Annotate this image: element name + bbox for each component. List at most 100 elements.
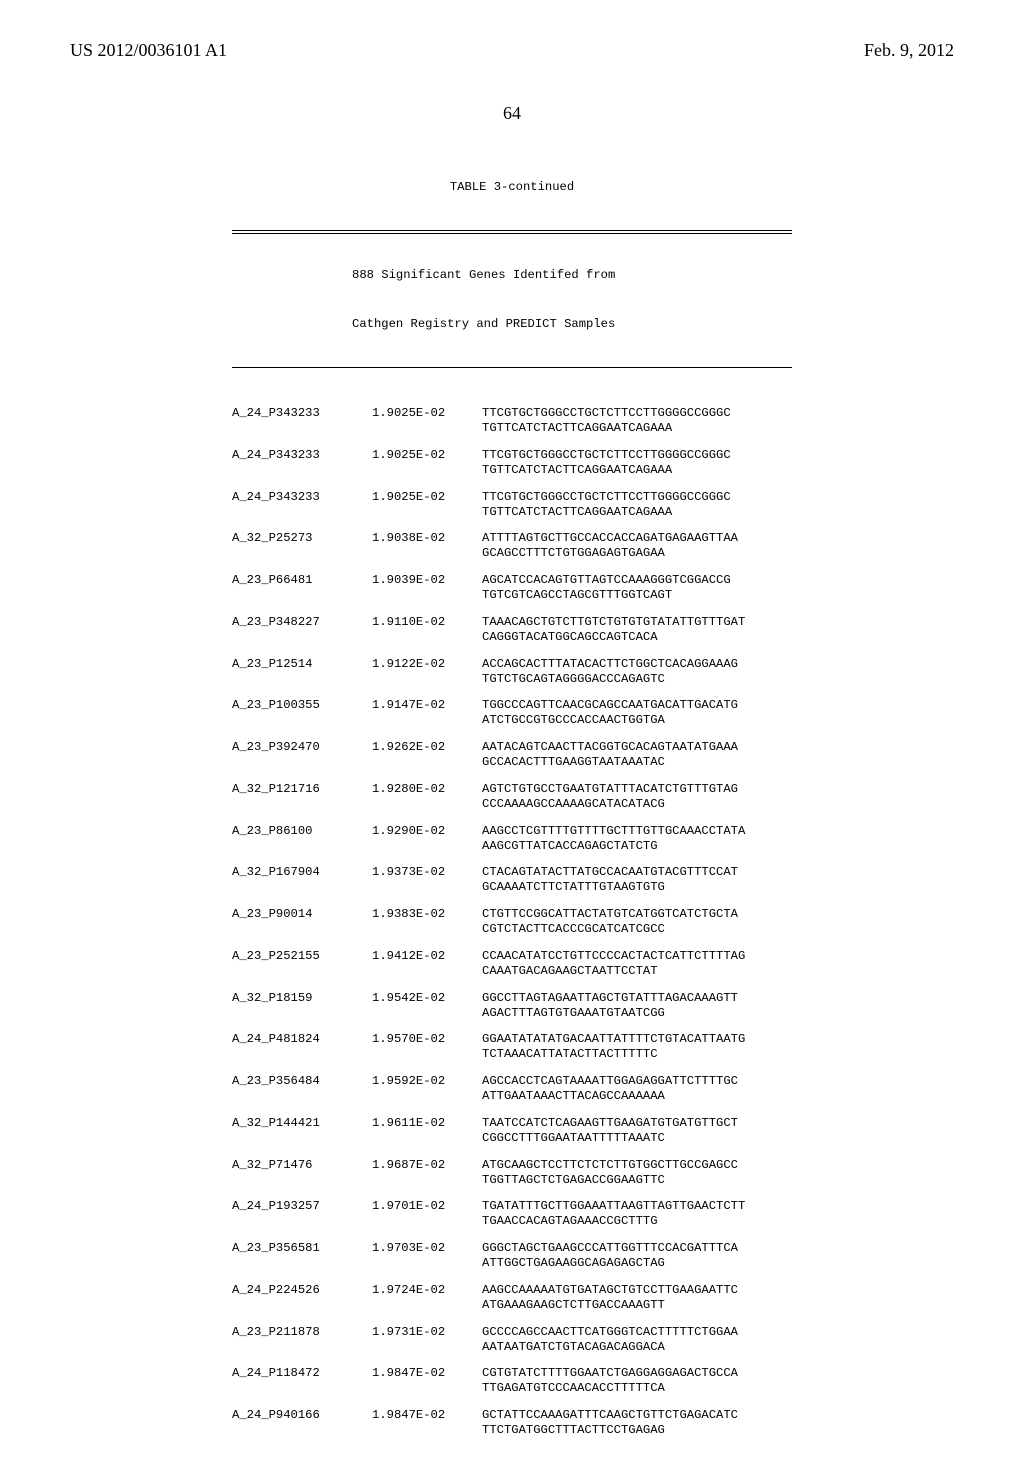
sequence: ATGCAAGCTCCTTCTCTCTTGTGGCTTGCCGAGCCTGGTT…	[482, 1158, 792, 1188]
table-wrap: TABLE 3-continued 888 Significant Genes …	[70, 150, 954, 1480]
sequence-line: ACCAGCACTTTATACACTTCTGGCTCACAGGAAAG	[482, 657, 792, 672]
sequence-line: TCTAAACATTATACTTACTTTTTC	[482, 1047, 792, 1062]
sequence-line: AAGCGTTATCACCAGAGCTATCTG	[482, 839, 792, 854]
table-row: A_23_P125141.9122E-02ACCAGCACTTTATACACTT…	[232, 657, 792, 687]
table-row: A_23_P900141.9383E-02CTGTTCCGGCATTACTATG…	[232, 907, 792, 937]
sequence-line: AAGCCAAAAATGTGATAGCTGTCCTTGAAGAATTC	[482, 1283, 792, 1298]
sequence-line: ATTTTAGTGCTTGCCACCACCAGATGAGAAGTTAA	[482, 531, 792, 546]
sequence: AGTCTGTGCCTGAATGTATTTACATCTGTTTGTAGCCCAA…	[482, 782, 792, 812]
sequence-line: ATTGAATAAACTTACAGCCAAAAAA	[482, 1089, 792, 1104]
p-value: 1.9373E-02	[372, 865, 482, 895]
sequence: AGCATCCACAGTGTTAGTCCAAAGGGTCGGACCGTGTCGT…	[482, 573, 792, 603]
table-row: A_32_P1679041.9373E-02CTACAGTATACTTATGCC…	[232, 865, 792, 895]
sequence-line: TTCTGATGGCTTTACTTCCTGAGAG	[482, 1423, 792, 1438]
sequence-line: TTCGTGCTGGGCCTGCTCTTCCTTGGGGCCGGGC	[482, 448, 792, 463]
page: US 2012/0036101 A1 Feb. 9, 2012 64 TABLE…	[0, 0, 1024, 1320]
sequence-line: AAGCCTCGTTTTGTTTTGCTTTGTTGCAAACCTATA	[482, 824, 792, 839]
sequence: AATACAGTCAACTTACGGTGCACAGTAATATGAAAGCCAC…	[482, 740, 792, 770]
p-value: 1.9611E-02	[372, 1116, 482, 1146]
table-row: A_24_P2245261.9724E-02AAGCCAAAAATGTGATAG…	[232, 1283, 792, 1313]
sequence-line: AGCCACCTCAGTAAAATTGGAGAGGATTCTTTTGC	[482, 1074, 792, 1089]
table-row: A_23_P2521551.9412E-02CCAACATATCCTGTTCCC…	[232, 949, 792, 979]
probe-id: A_32_P144421	[232, 1116, 372, 1146]
sequence-line: AGCATCCACAGTGTTAGTCCAAAGGGTCGGACCG	[482, 573, 792, 588]
header: US 2012/0036101 A1 Feb. 9, 2012	[70, 40, 954, 61]
p-value: 1.9262E-02	[372, 740, 482, 770]
sequence-line: GCAGCCTTTCTGTGGAGAGTGAGAA	[482, 546, 792, 561]
probe-id: A_24_P940166	[232, 1408, 372, 1438]
sequence: GGCCTTAGTAGAATTAGCTGTATTTAGACAAAGTTAGACT…	[482, 991, 792, 1021]
sequence-line: CGTGTATCTTTTGGAATCTGAGGAGGAGACTGCCA	[482, 1366, 792, 1381]
table-row: A_23_P3482271.9110E-02TAAACAGCTGTCTTGTCT…	[232, 615, 792, 645]
probe-id: A_32_P25273	[232, 531, 372, 561]
probe-id: A_23_P211878	[232, 1325, 372, 1355]
probe-id: A_23_P12514	[232, 657, 372, 687]
table-row: A_32_P1217161.9280E-02AGTCTGTGCCTGAATGTA…	[232, 782, 792, 812]
sequence: GGAATATATATGACAATTATTTTCTGTACATTAATGTCTA…	[482, 1032, 792, 1062]
p-value: 1.9847E-02	[372, 1408, 482, 1438]
probe-id: A_23_P348227	[232, 615, 372, 645]
sequence-line: CAAATGACAGAAGCTAATTCCTAT	[482, 964, 792, 979]
sequence-line: TGTTCATCTACTTCAGGAATCAGAAA	[482, 421, 792, 436]
table-row: A_24_P9401661.9847E-02GCTATTCCAAAGATTTCA…	[232, 1408, 792, 1438]
sequence-line: GGCCTTAGTAGAATTAGCTGTATTTAGACAAAGTT	[482, 991, 792, 1006]
sequence-line: CAGGGTACATGGCAGCCAGTCACA	[482, 630, 792, 645]
probe-id: A_32_P167904	[232, 865, 372, 895]
table-row: A_32_P252731.9038E-02ATTTTAGTGCTTGCCACCA…	[232, 531, 792, 561]
table-row: A_24_P1184721.9847E-02CGTGTATCTTTTGGAATC…	[232, 1366, 792, 1396]
sequence-line: TGGTTAGCTCTGAGACCGGAAGTTC	[482, 1173, 792, 1188]
rule-single	[232, 367, 792, 368]
sequence: ACCAGCACTTTATACACTTCTGGCTCACAGGAAAGTGTCT…	[482, 657, 792, 687]
rule-double-top	[232, 230, 792, 234]
table-row: A_23_P3924701.9262E-02AATACAGTCAACTTACGG…	[232, 740, 792, 770]
p-value: 1.9290E-02	[372, 824, 482, 854]
probe-id: A_23_P100355	[232, 698, 372, 728]
table-title: TABLE 3-continued	[232, 180, 792, 195]
p-value: 1.9542E-02	[372, 991, 482, 1021]
table-row: A_24_P3432331.9025E-02TTCGTGCTGGGCCTGCTC…	[232, 406, 792, 436]
table-row: A_24_P3432331.9025E-02TTCGTGCTGGGCCTGCTC…	[232, 448, 792, 478]
p-value: 1.9687E-02	[372, 1158, 482, 1188]
table: TABLE 3-continued 888 Significant Genes …	[232, 150, 792, 1480]
probe-id: A_24_P193257	[232, 1199, 372, 1229]
sequence: CGTGTATCTTTTGGAATCTGAGGAGGAGACTGCCATTGAG…	[482, 1366, 792, 1396]
table-subtitle-line1: 888 Significant Genes Identifed from	[232, 268, 792, 283]
sequence-line: CCCAAAAGCCAAAAGCATACATACG	[482, 797, 792, 812]
sequence: GGGCTAGCTGAAGCCCATTGGTTTCCACGATTTCAATTGG…	[482, 1241, 792, 1271]
sequence-line: TGTCTGCAGTAGGGGACCCAGAGTC	[482, 672, 792, 687]
table-row: A_24_P3432331.9025E-02TTCGTGCTGGGCCTGCTC…	[232, 490, 792, 520]
sequence: TTCGTGCTGGGCCTGCTCTTCCTTGGGGCCGGGCTGTTCA…	[482, 406, 792, 436]
probe-id: A_24_P343233	[232, 406, 372, 436]
sequence: TAATCCATCTCAGAAGTTGAAGATGTGATGTTGCTCGGCC…	[482, 1116, 792, 1146]
sequence: TGGCCCAGTTCAACGCAGCCAATGACATTGACATGATCTG…	[482, 698, 792, 728]
probe-id: A_32_P18159	[232, 991, 372, 1021]
table-row: A_24_P4818241.9570E-02GGAATATATATGACAATT…	[232, 1032, 792, 1062]
table-row: A_24_P1932571.9701E-02TGATATTTGCTTGGAAAT…	[232, 1199, 792, 1229]
sequence-line: GCAAAATCTTCTATTTGTAAGTGTG	[482, 880, 792, 895]
sequence-line: TGATATTTGCTTGGAAATTAAGTTAGTTGAACTCTT	[482, 1199, 792, 1214]
sequence: ATTTTAGTGCTTGCCACCACCAGATGAGAAGTTAAGCAGC…	[482, 531, 792, 561]
p-value: 1.9110E-02	[372, 615, 482, 645]
table-row: A_32_P1444211.9611E-02TAATCCATCTCAGAAGTT…	[232, 1116, 792, 1146]
sequence-line: GCCACACTTTGAAGGTAATAAATAC	[482, 755, 792, 770]
table-body: A_24_P3432331.9025E-02TTCGTGCTGGGCCTGCTC…	[232, 406, 792, 1438]
table-row: A_23_P2118781.9731E-02GCCCCAGCCAACTTCATG…	[232, 1325, 792, 1355]
sequence-line: AATACAGTCAACTTACGGTGCACAGTAATATGAAA	[482, 740, 792, 755]
sequence-line: AGTCTGTGCCTGAATGTATTTACATCTGTTTGTAG	[482, 782, 792, 797]
sequence-line: TGTTCATCTACTTCAGGAATCAGAAA	[482, 505, 792, 520]
sequence: GCCCCAGCCAACTTCATGGGTCACTTTTTCTGGAAAATAA…	[482, 1325, 792, 1355]
page-number: 64	[70, 103, 954, 124]
table-row: A_32_P181591.9542E-02GGCCTTAGTAGAATTAGCT…	[232, 991, 792, 1021]
table-row: A_32_P714761.9687E-02ATGCAAGCTCCTTCTCTCT…	[232, 1158, 792, 1188]
p-value: 1.9592E-02	[372, 1074, 482, 1104]
sequence-line: CTACAGTATACTTATGCCACAATGTACGTTTCCAT	[482, 865, 792, 880]
probe-id: A_23_P356581	[232, 1241, 372, 1271]
p-value: 1.9847E-02	[372, 1366, 482, 1396]
p-value: 1.9039E-02	[372, 573, 482, 603]
p-value: 1.9731E-02	[372, 1325, 482, 1355]
sequence-line: TTCGTGCTGGGCCTGCTCTTCCTTGGGGCCGGGC	[482, 490, 792, 505]
probe-id: A_24_P343233	[232, 448, 372, 478]
sequence-line: ATGAAAGAAGCTCTTGACCAAAGTT	[482, 1298, 792, 1313]
sequence: GCTATTCCAAAGATTTCAAGCTGTTCTGAGACATCTTCTG…	[482, 1408, 792, 1438]
sequence-line: TGAACCACAGTAGAAACCGCTTTG	[482, 1214, 792, 1229]
